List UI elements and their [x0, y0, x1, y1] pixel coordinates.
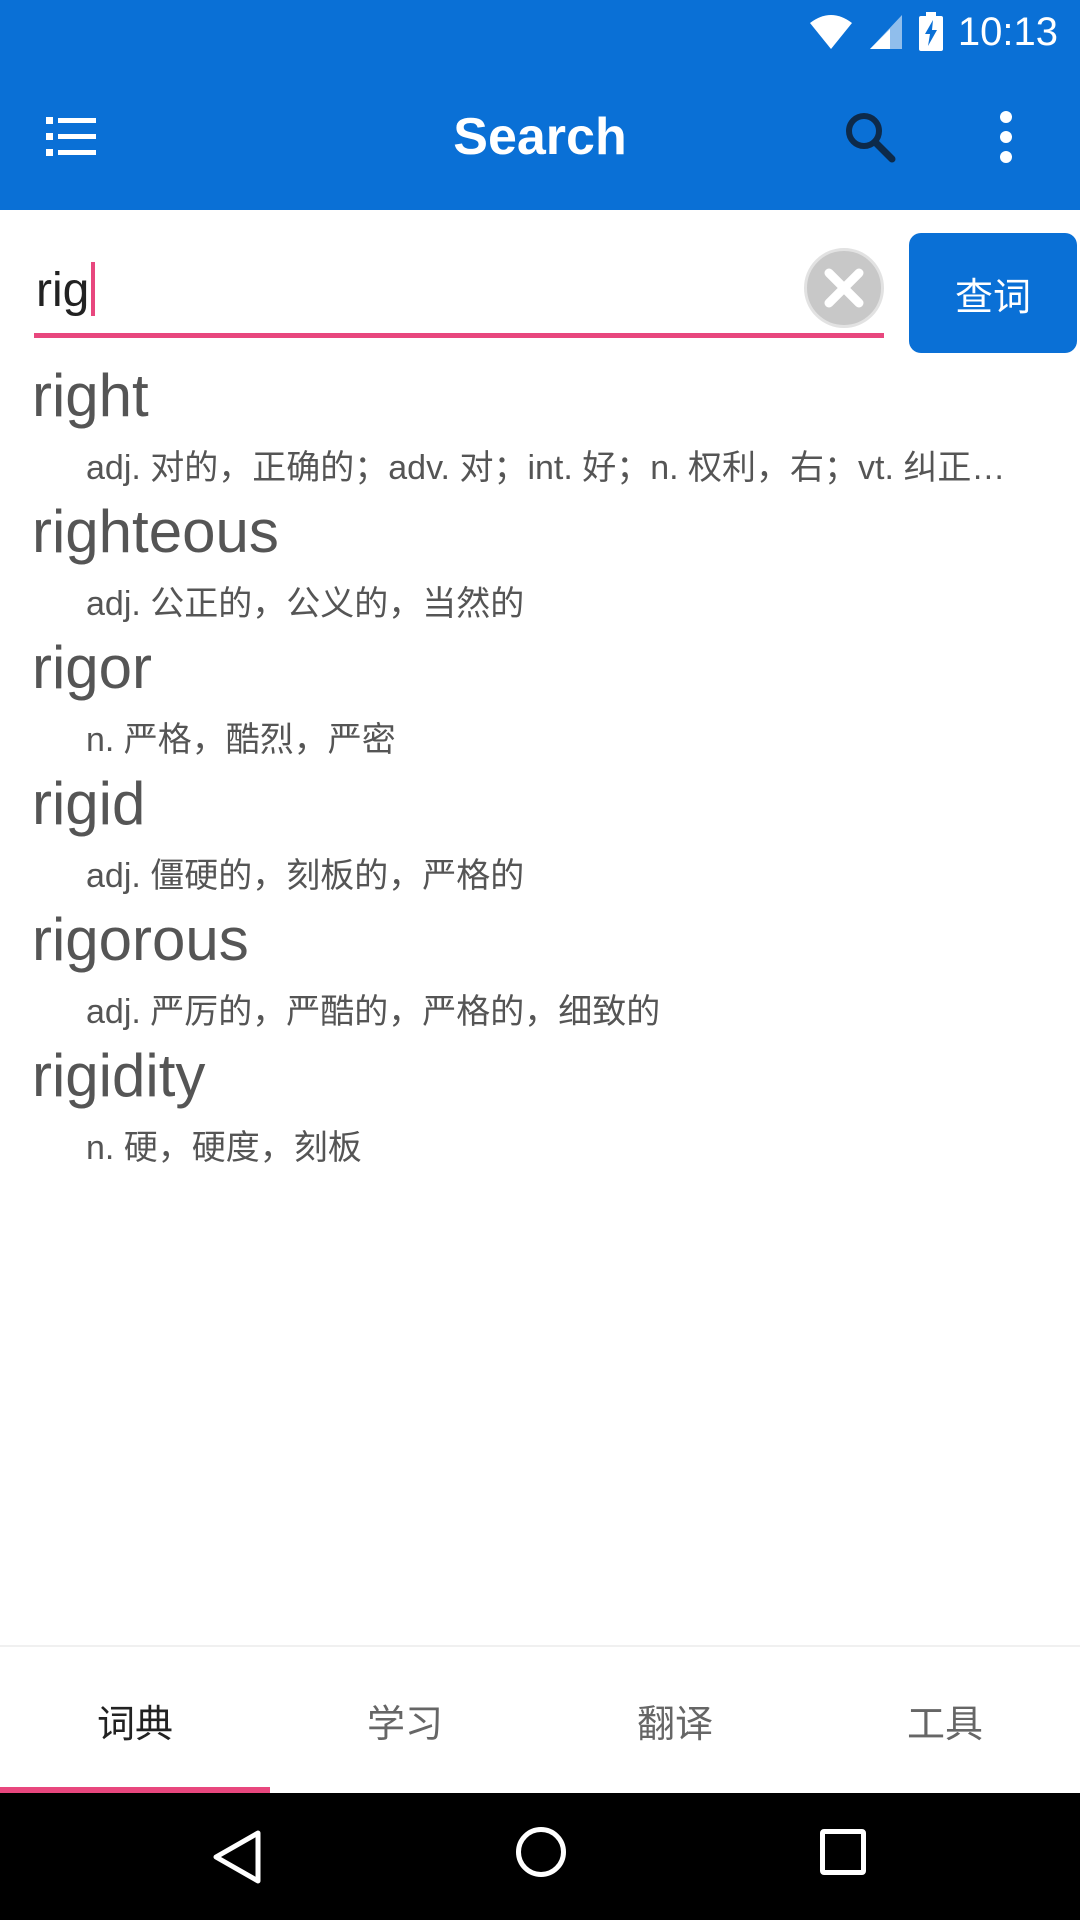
more-vert-icon [1000, 111, 1012, 163]
search-input[interactable]: rig [34, 240, 884, 338]
more-options-button[interactable] [990, 107, 1022, 167]
status-time: 10:13 [957, 9, 1058, 54]
result-item-rigid[interactable]: rigid adj. 僵硬的，刻板的，严格的 [0, 770, 1080, 906]
result-item-rigor[interactable]: rigor n. 严格，酷烈，严密 [0, 634, 1080, 770]
result-word: righteous [32, 498, 279, 565]
result-word: rigorous [32, 906, 249, 973]
clear-circle-icon [824, 268, 864, 308]
tab-dictionary[interactable]: 词典 [0, 1647, 270, 1793]
text-caret [91, 262, 96, 316]
recents-icon[interactable] [820, 1829, 866, 1875]
search-icon [846, 113, 896, 163]
bottom-tab-bar: 词典 学习 翻译 工具 [0, 1645, 1080, 1793]
battery-charging-icon [918, 12, 943, 51]
tab-study[interactable]: 学习 [270, 1647, 540, 1793]
result-meaning: adj. 僵硬的，刻板的，严格的 [86, 857, 525, 895]
result-meaning: n. 硬，硬度，刻板 [86, 1129, 362, 1167]
query-button[interactable]: 查词 [909, 233, 1077, 353]
wifi-icon [809, 15, 852, 49]
back-icon [213, 1830, 261, 1884]
result-item-rigorous[interactable]: rigorous adj. 严厉的，严酷的，严格的，细致的 [0, 906, 1080, 1042]
home-icon[interactable] [516, 1827, 566, 1877]
search-button[interactable] [840, 107, 900, 167]
search-input-value: rig [36, 262, 96, 318]
results-list: right adj. 对的，正确的；adv. 对；int. 好；n. 权利，右；… [0, 362, 1080, 1178]
tab-translate[interactable]: 翻译 [540, 1647, 810, 1793]
page-title: Search [453, 108, 627, 166]
result-meaning: adj. 公正的，公义的，当然的 [86, 585, 525, 623]
result-word: rigidity [32, 1042, 206, 1109]
result-item-right[interactable]: right adj. 对的，正确的；adv. 对；int. 好；n. 权利，右；… [0, 362, 1080, 498]
status-icons: 10:13 [808, 8, 1058, 56]
clear-search-button[interactable] [804, 248, 884, 328]
nav-back-button[interactable] [208, 1827, 268, 1887]
result-item-righteous[interactable]: righteous adj. 公正的，公义的，当然的 [0, 498, 1080, 634]
result-item-rigidity[interactable]: rigidity n. 硬，硬度，刻板 [0, 1042, 1080, 1178]
result-word: rigor [32, 634, 153, 701]
result-word: rigid [32, 770, 146, 837]
result-meaning: adj. 对的，正确的；adv. 对；int. 好；n. 权利，右；vt. 纠正… [86, 449, 1006, 487]
tab-tools[interactable]: 工具 [810, 1647, 1080, 1793]
status-bar: 10:13 [0, 0, 1080, 63]
system-nav-bar [0, 1793, 1080, 1920]
result-meaning: adj. 严厉的，严酷的，严格的，细致的 [86, 993, 661, 1031]
signal-icon [869, 15, 902, 49]
app-bar: Search [0, 63, 1080, 210]
result-word: right [32, 362, 149, 429]
result-meaning: n. 严格，酷烈，严密 [86, 721, 396, 759]
